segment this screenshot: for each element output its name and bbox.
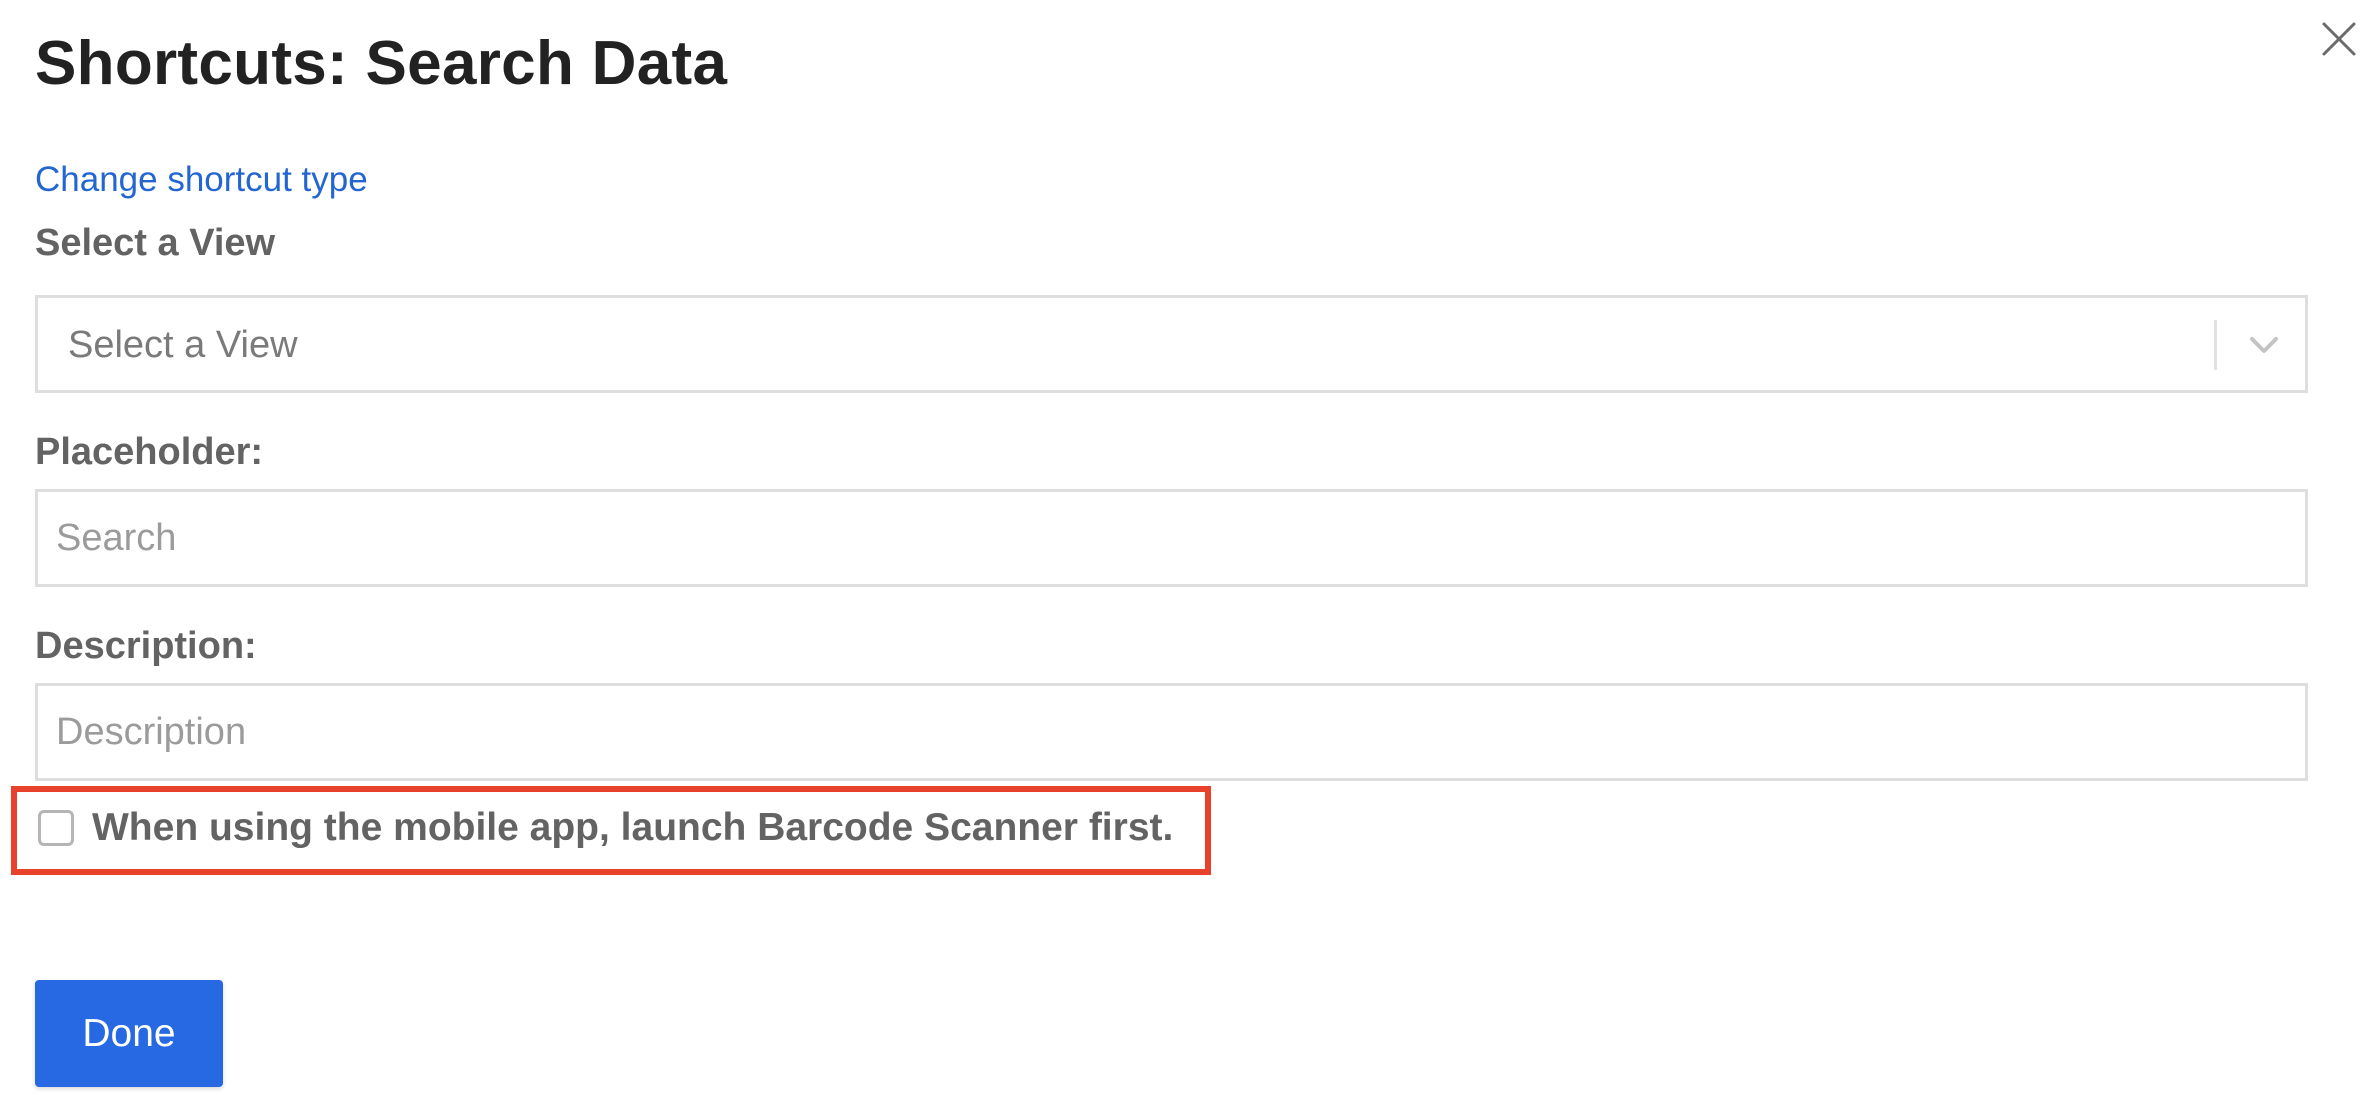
- change-shortcut-type-link[interactable]: Change shortcut type: [35, 160, 368, 200]
- dialog-title: Shortcuts: Search Data: [35, 29, 728, 98]
- chevron-down-icon[interactable]: [2244, 328, 2284, 362]
- done-button[interactable]: Done: [35, 980, 223, 1087]
- placeholder-label: Placeholder:: [35, 431, 264, 473]
- select-view-label: Select a View: [35, 222, 276, 264]
- close-icon: [2322, 22, 2356, 56]
- placeholder-input[interactable]: [35, 489, 2308, 587]
- description-label: Description:: [35, 625, 257, 667]
- shortcut-dialog: Shortcuts: Search Data Change shortcut t…: [0, 0, 2378, 1120]
- view-select-placeholder: Select a View: [68, 324, 298, 366]
- barcode-scanner-checkbox[interactable]: [38, 810, 74, 846]
- select-divider: [2214, 320, 2217, 370]
- close-button[interactable]: [2318, 18, 2360, 60]
- view-select-dropdown[interactable]: Select a View: [35, 295, 2308, 393]
- barcode-scanner-label[interactable]: When using the mobile app, launch Barcod…: [92, 806, 1173, 850]
- description-input[interactable]: [35, 683, 2308, 781]
